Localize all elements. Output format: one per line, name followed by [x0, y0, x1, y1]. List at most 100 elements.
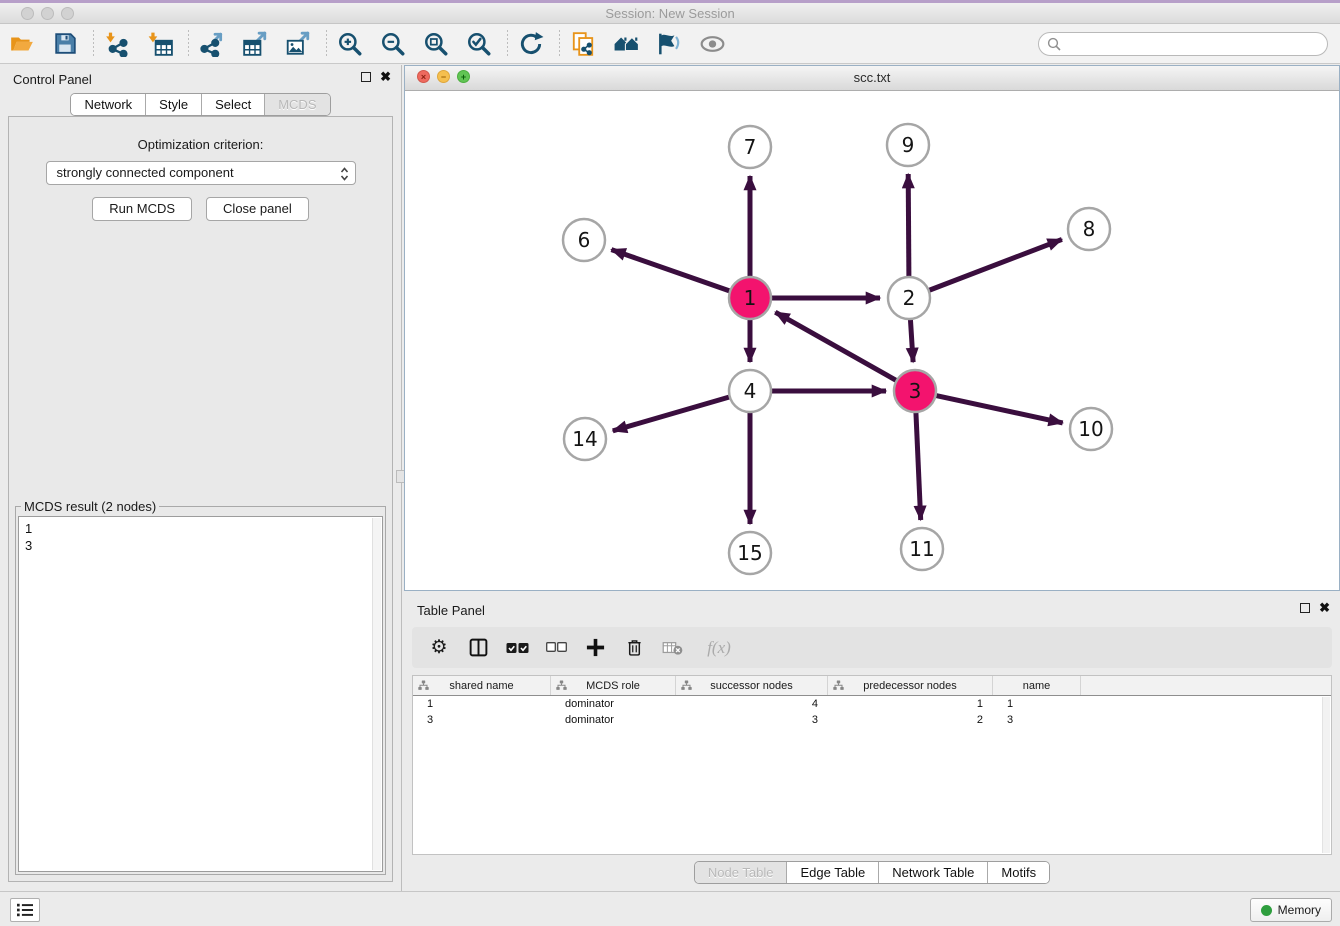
table-panel-title: Table Panel	[417, 603, 485, 618]
column-header-shared-name[interactable]: shared name	[413, 676, 551, 695]
table-cell[interactable]: 1	[993, 696, 1081, 712]
refresh-layout-button[interactable]	[514, 28, 548, 60]
network-view-window: × − + scc.txt 7968124314101511	[404, 65, 1340, 591]
table-row[interactable]: 1dominator411	[413, 696, 1331, 712]
table-tab-motifs[interactable]: Motifs	[988, 862, 1049, 883]
trash-icon	[624, 637, 645, 658]
table-cell[interactable]: dominator	[551, 696, 676, 712]
graph-edge-2-9[interactable]	[908, 174, 909, 277]
table-cell[interactable]: 3	[676, 712, 828, 728]
close-panel-button[interactable]: Close panel	[206, 197, 309, 221]
column-header-predecessor-nodes[interactable]: predecessor nodes	[828, 676, 993, 695]
export-network-button[interactable]	[195, 28, 229, 60]
network-window-titlebar[interactable]: × − + scc.txt	[405, 66, 1339, 91]
search-box	[1038, 32, 1328, 56]
column-label: name	[1023, 680, 1051, 692]
graph-edge-4-14[interactable]	[613, 397, 730, 431]
toolbar-separator	[326, 30, 327, 58]
table-cell[interactable]: 3	[993, 712, 1081, 728]
add-row-button[interactable]	[582, 635, 608, 661]
table-cell[interactable]: 4	[676, 696, 828, 712]
task-history-button[interactable]	[10, 898, 40, 922]
tab-network[interactable]: Network	[71, 94, 146, 115]
export-image-button[interactable]	[281, 28, 315, 60]
graph-node-label: 2	[903, 286, 916, 310]
import-network-button[interactable]	[100, 28, 134, 60]
apply-function-button[interactable]: f(x)	[699, 635, 739, 661]
table-cell[interactable]: 2	[828, 712, 993, 728]
network-graph: 7968124314101511	[405, 91, 1339, 590]
graph-edge-3-10[interactable]	[936, 395, 1063, 423]
app-title: Session: New Session	[0, 6, 1340, 21]
table-tab-edge-table[interactable]: Edge Table	[787, 862, 879, 883]
tab-mcds[interactable]: MCDS	[265, 94, 329, 115]
column-header-successor-nodes[interactable]: successor nodes	[676, 676, 828, 695]
mcds-panel-body: Optimization criterion: strongly connect…	[8, 116, 393, 882]
zoom-fit-button[interactable]	[419, 28, 453, 60]
result-scrollbar[interactable]	[372, 518, 381, 870]
graph-edge-3-1[interactable]	[775, 312, 896, 381]
search-input[interactable]	[1061, 35, 1327, 53]
tab-style[interactable]: Style	[146, 94, 202, 115]
table-tab-network-table[interactable]: Network Table	[879, 862, 988, 883]
float-panel-icon[interactable]	[1300, 603, 1310, 613]
run-mcds-button[interactable]: Run MCDS	[92, 197, 192, 221]
import-table-button[interactable]	[143, 28, 177, 60]
table-cell[interactable]: dominator	[551, 712, 676, 728]
refresh-icon	[518, 31, 544, 57]
table-tabs-row: Node TableEdge TableNetwork TableMotifs	[404, 861, 1340, 884]
float-panel-icon[interactable]	[361, 72, 371, 82]
plus-icon	[585, 637, 606, 658]
table-cell[interactable]: 1	[828, 696, 993, 712]
style-preview-button[interactable]	[652, 28, 686, 60]
zoom-in-icon	[337, 31, 363, 57]
delete-row-button[interactable]	[621, 635, 647, 661]
tab-select[interactable]: Select	[202, 94, 265, 115]
open-session-button[interactable]	[5, 28, 39, 60]
column-label: shared name	[449, 680, 513, 692]
gear-icon: ⚙	[430, 638, 447, 658]
control-tabs-row: NetworkStyleSelectMCDS	[0, 93, 401, 117]
show-hide-graphics-button[interactable]	[695, 28, 729, 60]
graph-edge-2-3[interactable]	[910, 319, 913, 362]
zoom-in-button[interactable]	[333, 28, 367, 60]
save-session-button[interactable]	[48, 28, 82, 60]
graph-node-label: 11	[909, 537, 934, 561]
table-cell[interactable]: 3	[413, 712, 551, 728]
table-row[interactable]: 3dominator323	[413, 712, 1331, 728]
zoom-selected-icon	[466, 31, 492, 57]
home-icon	[613, 31, 640, 57]
mcds-result-title: MCDS result (2 nodes)	[21, 499, 159, 514]
memory-button[interactable]: Memory	[1250, 898, 1332, 922]
graph-node-label: 8	[1083, 217, 1096, 241]
table-tab-node-table[interactable]: Node Table	[695, 862, 788, 883]
toolbar-separator	[507, 30, 508, 58]
memory-status-icon	[1261, 905, 1272, 916]
table-cell[interactable]: 1	[413, 696, 551, 712]
clone-network-icon	[570, 31, 596, 57]
deselect-all-checkboxes-button[interactable]	[543, 635, 569, 661]
toggle-panels-button[interactable]	[465, 635, 491, 661]
main-toolbar	[0, 24, 1340, 64]
mcds-result-box[interactable]: 13	[18, 516, 383, 872]
graph-node-label: 15	[737, 541, 762, 565]
zoom-out-button[interactable]	[376, 28, 410, 60]
graph-edge-2-8[interactable]	[929, 239, 1062, 290]
close-panel-icon[interactable]: ✖	[1319, 603, 1330, 613]
clear-table-button[interactable]	[660, 635, 686, 661]
optimization-criterion-select[interactable]: strongly connected component	[46, 161, 356, 185]
table-scrollbar[interactable]	[1322, 697, 1330, 853]
column-header-mcds-role[interactable]: MCDS role	[551, 676, 676, 695]
close-panel-icon[interactable]: ✖	[380, 72, 391, 82]
graph-edge-1-6[interactable]	[611, 250, 730, 292]
column-header-name[interactable]: name	[993, 676, 1081, 695]
graph-edge-3-11[interactable]	[916, 412, 921, 520]
export-table-button[interactable]	[238, 28, 272, 60]
network-canvas[interactable]: 7968124314101511	[405, 91, 1339, 590]
select-all-checkboxes-button[interactable]	[504, 635, 530, 661]
table-settings-button[interactable]: ⚙	[426, 635, 452, 661]
clone-network-button[interactable]	[566, 28, 600, 60]
zoom-selected-button[interactable]	[462, 28, 496, 60]
graph-node-label: 6	[578, 228, 591, 252]
home-button[interactable]	[609, 28, 643, 60]
